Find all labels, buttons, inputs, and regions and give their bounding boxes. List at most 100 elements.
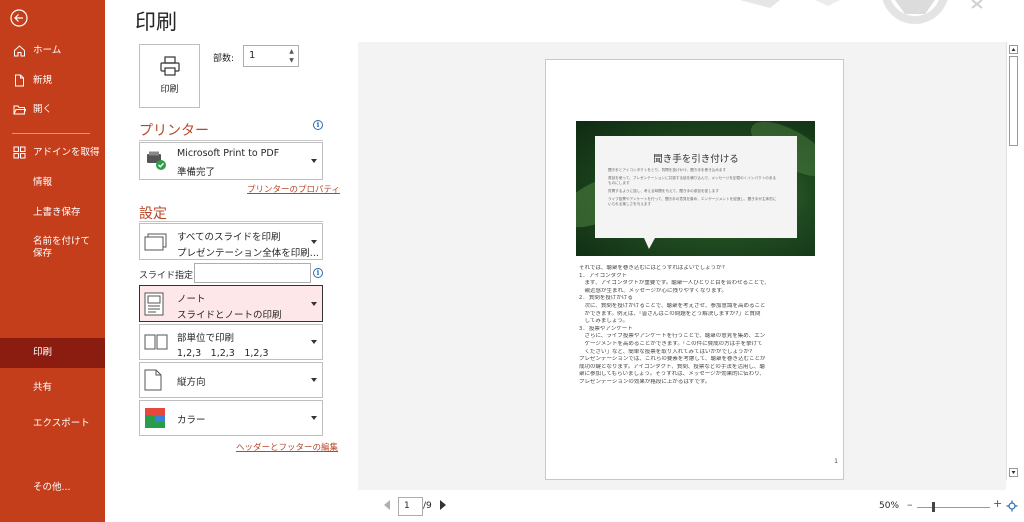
notes-line: それでは、聴衆を巻き込むにはどうすればよいでしょうか? bbox=[579, 265, 725, 271]
callout-tail bbox=[644, 238, 655, 249]
chevron-down-icon bbox=[311, 416, 317, 420]
printer-ready-icon bbox=[147, 151, 166, 170]
nav-open[interactable]: 開く bbox=[0, 99, 105, 121]
settings-heading: 設定 bbox=[139, 206, 167, 222]
addins-grid-icon bbox=[13, 146, 26, 159]
nav-new[interactable]: 新規 bbox=[0, 70, 105, 92]
printer-divider bbox=[139, 140, 323, 141]
copies-label: 部数: bbox=[213, 54, 235, 64]
nav-save-as-label: 名前を付けて保存 bbox=[33, 236, 91, 259]
zoom-percent[interactable]: 50% bbox=[879, 501, 899, 511]
nav-more[interactable]: その他... bbox=[0, 477, 105, 499]
nav-export-label: エクスポート bbox=[33, 418, 90, 429]
preview-scrollbar[interactable] bbox=[1006, 42, 1020, 480]
slide-thumbnail: 聞き手を引き付ける 聞き手とアイコンタクトをとり、質問を投げかけ、聞き手を巻き込… bbox=[576, 121, 815, 256]
zoom-out-button[interactable]: – bbox=[907, 498, 913, 511]
next-page-button[interactable] bbox=[440, 500, 446, 510]
chevron-down-icon bbox=[311, 378, 317, 382]
info-icon[interactable]: i bbox=[313, 268, 323, 278]
color-title: カラー bbox=[177, 415, 206, 426]
page-total: /9 bbox=[423, 501, 432, 511]
scroll-thumb[interactable] bbox=[1009, 56, 1018, 146]
notes-line: 3. 投票やアンケート bbox=[579, 325, 633, 332]
copies-stepper[interactable]: 1 ▲ ▼ bbox=[243, 45, 299, 67]
scroll-down-icon[interactable] bbox=[1009, 468, 1018, 477]
orientation-title: 縦方向 bbox=[177, 377, 206, 388]
zoom-slider-thumb[interactable] bbox=[932, 502, 935, 512]
spin-down-icon[interactable]: ▼ bbox=[287, 56, 296, 65]
backstage-sidebar: ホーム 新規 開く アドインを取得 情報 上書き保存 名前を付けて保存 印刷 共… bbox=[0, 0, 105, 522]
nav-separator bbox=[12, 133, 90, 134]
notes-text: それでは、聴衆を巻き込むにはどうすればよいでしょうか? 1. アイコンタクト ま… bbox=[579, 265, 819, 387]
header-footer-link[interactable]: ヘッダーとフッターの編集 bbox=[236, 441, 338, 453]
nav-get-addins[interactable]: アドインを取得 bbox=[0, 142, 105, 164]
color-dropdown[interactable]: カラー bbox=[139, 400, 323, 436]
back-arrow-icon[interactable] bbox=[10, 9, 28, 27]
print-range-desc: プレゼンテーション全体を印刷... bbox=[177, 248, 319, 259]
nav-export[interactable]: エクスポート bbox=[0, 413, 105, 435]
collate-dropdown[interactable]: 部単位で印刷 1,2,3 1,2,3 1,2,3 bbox=[139, 324, 323, 360]
printer-name: Microsoft Print to PDF bbox=[177, 148, 280, 159]
collate-desc: 1,2,3 1,2,3 1,2,3 bbox=[177, 348, 269, 359]
nav-more-label: その他... bbox=[33, 482, 71, 493]
nav-save-label: 上書き保存 bbox=[33, 207, 81, 218]
print-range-dropdown[interactable]: すべてのスライドを印刷 プレゼンテーション全体を印刷... bbox=[139, 223, 323, 260]
chevron-down-icon bbox=[311, 301, 317, 306]
page-number-input[interactable]: 1 bbox=[398, 497, 423, 516]
copies-spin[interactable]: ▲ ▼ bbox=[287, 47, 296, 65]
nav-info-label: 情報 bbox=[33, 177, 53, 188]
nav-print[interactable]: 印刷 bbox=[0, 338, 105, 368]
layout-dropdown[interactable]: ノート スライドとノートの印刷 bbox=[139, 285, 323, 322]
nav-new-label: 新規 bbox=[33, 75, 53, 86]
layout-desc: スライドとノートの印刷 bbox=[177, 310, 282, 321]
fit-to-window-icon[interactable] bbox=[1006, 500, 1018, 512]
portrait-page-icon bbox=[144, 369, 162, 391]
nav-save-as[interactable]: 名前を付けて保存 bbox=[0, 232, 105, 266]
collate-icon bbox=[144, 334, 168, 350]
chevron-down-icon bbox=[311, 340, 317, 344]
slides-stack-icon bbox=[144, 233, 167, 250]
zoom-in-button[interactable]: + bbox=[993, 497, 1002, 510]
print-range-title: すべてのスライドを印刷 bbox=[177, 232, 281, 243]
nav-open-label: 開く bbox=[33, 104, 53, 115]
printer-properties-link[interactable]: プリンターのプロパティ bbox=[247, 183, 340, 195]
copies-value: 1 bbox=[249, 50, 256, 61]
slide-title: 聞き手を引き付ける bbox=[653, 154, 739, 165]
folder-open-icon bbox=[13, 105, 26, 115]
slides-input[interactable] bbox=[194, 263, 311, 283]
chevron-down-icon bbox=[311, 159, 317, 163]
printer-status: 準備完了 bbox=[177, 167, 216, 178]
print-button[interactable]: 印刷 bbox=[139, 44, 200, 108]
nav-share[interactable]: 共有 bbox=[0, 377, 105, 399]
info-icon[interactable]: i bbox=[313, 120, 323, 130]
zoom-slider-track[interactable] bbox=[917, 507, 990, 508]
notes-line: 親近感が生まれ、メッセージが心に残りやすくなります。 bbox=[579, 287, 727, 294]
nav-save[interactable]: 上書き保存 bbox=[0, 202, 105, 224]
nav-get-addins-label: アドインを取得 bbox=[33, 147, 100, 158]
nav-info[interactable]: 情報 bbox=[0, 172, 105, 194]
scroll-up-icon[interactable] bbox=[1009, 45, 1018, 54]
notes-line: ができます。例えば、「皆さんはこの問題をどう解決しますか?」と質問 bbox=[579, 310, 761, 317]
notes-line: ゲージメントを高めることができます。「この件に賛成の方は手を挙げて bbox=[579, 340, 763, 347]
home-icon bbox=[14, 45, 25, 57]
notes-page-icon bbox=[144, 292, 164, 315]
nav-share-label: 共有 bbox=[33, 382, 53, 393]
orientation-dropdown[interactable]: 縦方向 bbox=[139, 362, 323, 398]
notes-line: さらに、ライブ投票やアンケートを行うことで、聴衆の意見を集め、エン bbox=[579, 333, 766, 340]
notes-line: 2. 質問を投げかける bbox=[579, 295, 633, 302]
nav-home-label: ホーム bbox=[33, 45, 62, 56]
slides-label: スライド指定: bbox=[139, 271, 197, 281]
notes-line: 次に、質問を投げかけることで、聴衆を考えさせ、参加意識を高めること bbox=[579, 302, 766, 309]
page-title: 印刷 bbox=[135, 10, 177, 34]
slide-text-line: ものにします bbox=[608, 181, 630, 185]
previous-page-button[interactable] bbox=[384, 500, 390, 510]
print-button-label: 印刷 bbox=[160, 85, 179, 95]
chevron-down-icon bbox=[311, 239, 317, 244]
slide-text-line: 質問するように話し、考える時間を与えて、聞き手の参加を促します bbox=[608, 189, 719, 193]
nav-home[interactable]: ホーム bbox=[0, 40, 105, 62]
spin-up-icon[interactable]: ▲ bbox=[287, 47, 296, 56]
notes-line: 衆に参加してもらいましょう。そうすれば、メッセージが効果的に伝わり、 bbox=[579, 371, 765, 378]
collate-title: 部単位で印刷 bbox=[177, 333, 235, 344]
notes-line: プレゼンテーションの効果が格段に上がるはずです。 bbox=[579, 378, 711, 385]
printer-dropdown[interactable]: Microsoft Print to PDF 準備完了 bbox=[139, 142, 323, 180]
